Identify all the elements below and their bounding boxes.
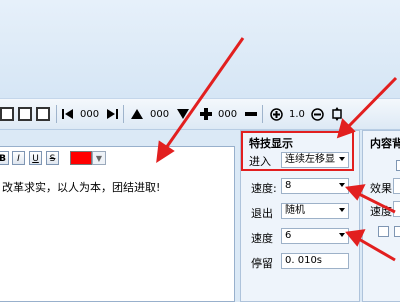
arrow-to-speed-in [356, 191, 396, 214]
arrow-to-editor [164, 37, 245, 149]
arrow-to-speed-out [356, 236, 396, 262]
arrow-head [156, 140, 175, 163]
annotation-arrows [156, 37, 398, 262]
arrow-to-effects [345, 76, 398, 130]
arrow-head [345, 229, 366, 247]
